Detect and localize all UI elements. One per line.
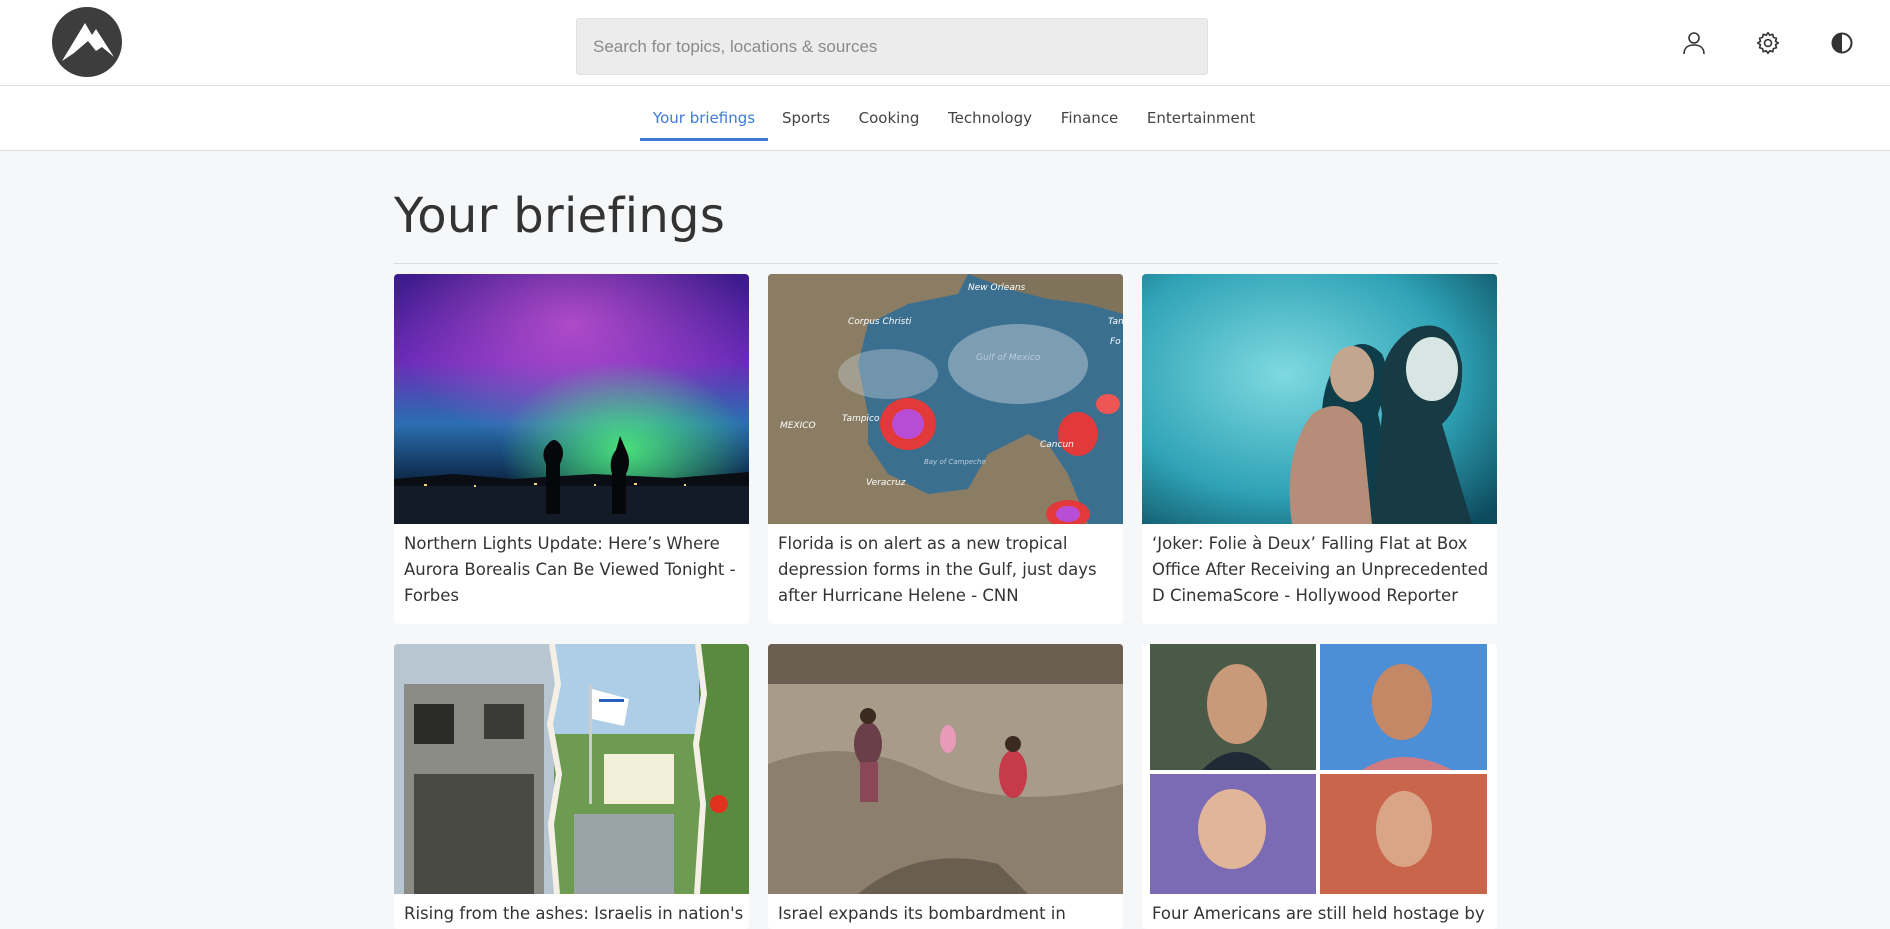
- hostage-portraits-grid: [1142, 644, 1497, 894]
- card-headline[interactable]: Florida is on alert as a new tropical de…: [778, 531, 1118, 609]
- burned-house-collage: [394, 644, 749, 894]
- tab-technology[interactable]: Technology: [943, 86, 1037, 141]
- news-card[interactable]: Israel expands its bombardment in: [768, 644, 1123, 929]
- svg-text:New Orleans: New Orleans: [968, 283, 1026, 293]
- search-bar[interactable]: [576, 18, 1208, 75]
- news-card[interactable]: ‘Joker: Folie à Deux’ Falling Flat at Bo…: [1142, 274, 1497, 624]
- aurora-photo: [394, 274, 749, 524]
- top-header: [0, 0, 1890, 86]
- svg-text:Veracruz: Veracruz: [866, 478, 906, 488]
- svg-text:Tam: Tam: [1108, 317, 1123, 327]
- tab-cooking[interactable]: Cooking: [853, 86, 925, 141]
- tab-finance[interactable]: Finance: [1054, 86, 1125, 141]
- tab-entertainment[interactable]: Entertainment: [1142, 86, 1260, 141]
- settings-gear-icon[interactable]: [1753, 28, 1783, 58]
- news-card[interactable]: New Orleans Corpus Christi Gulf of Mexic…: [768, 274, 1123, 624]
- page-title: Your briefings: [394, 188, 726, 244]
- tab-sports[interactable]: Sports: [776, 86, 836, 141]
- svg-text:Bay of Campeche: Bay of Campeche: [924, 458, 986, 466]
- svg-text:Tampico: Tampico: [842, 414, 880, 424]
- card-headline[interactable]: Israel expands its bombardment in: [778, 901, 1118, 927]
- news-card[interactable]: Northern Lights Update: Here’s Where Aur…: [394, 274, 749, 624]
- user-icon[interactable]: [1679, 28, 1709, 58]
- title-divider: [394, 263, 1498, 264]
- card-headline[interactable]: Rising from the ashes: Israelis in natio…: [404, 901, 744, 927]
- search-input[interactable]: [577, 19, 1207, 74]
- contrast-icon[interactable]: [1827, 28, 1857, 58]
- svg-text:Cancun: Cancun: [1040, 440, 1074, 450]
- logo-mountain-icon[interactable]: [52, 7, 122, 77]
- card-headline[interactable]: Northern Lights Update: Here’s Where Aur…: [404, 531, 744, 609]
- svg-text:Gulf of Mexico: Gulf of Mexico: [976, 353, 1041, 363]
- rubble-children-photo: [768, 644, 1123, 894]
- joker-film-still: [1142, 274, 1497, 524]
- svg-text:Corpus Christi: Corpus Christi: [848, 317, 912, 327]
- svg-text:MEXICO: MEXICO: [780, 421, 816, 431]
- svg-text:Fo: Fo: [1110, 337, 1121, 347]
- weather-radar-map: New Orleans Corpus Christi Gulf of Mexic…: [768, 274, 1123, 524]
- card-headline[interactable]: ‘Joker: Folie à Deux’ Falling Flat at Bo…: [1152, 531, 1492, 609]
- category-nav: Your briefings Sports Cooking Technology…: [0, 86, 1890, 151]
- news-card[interactable]: Four Americans are still held hostage by: [1142, 644, 1497, 929]
- card-headline[interactable]: Four Americans are still held hostage by: [1152, 901, 1492, 927]
- tab-your-briefings[interactable]: Your briefings: [640, 86, 768, 141]
- news-card[interactable]: Rising from the ashes: Israelis in natio…: [394, 644, 749, 929]
